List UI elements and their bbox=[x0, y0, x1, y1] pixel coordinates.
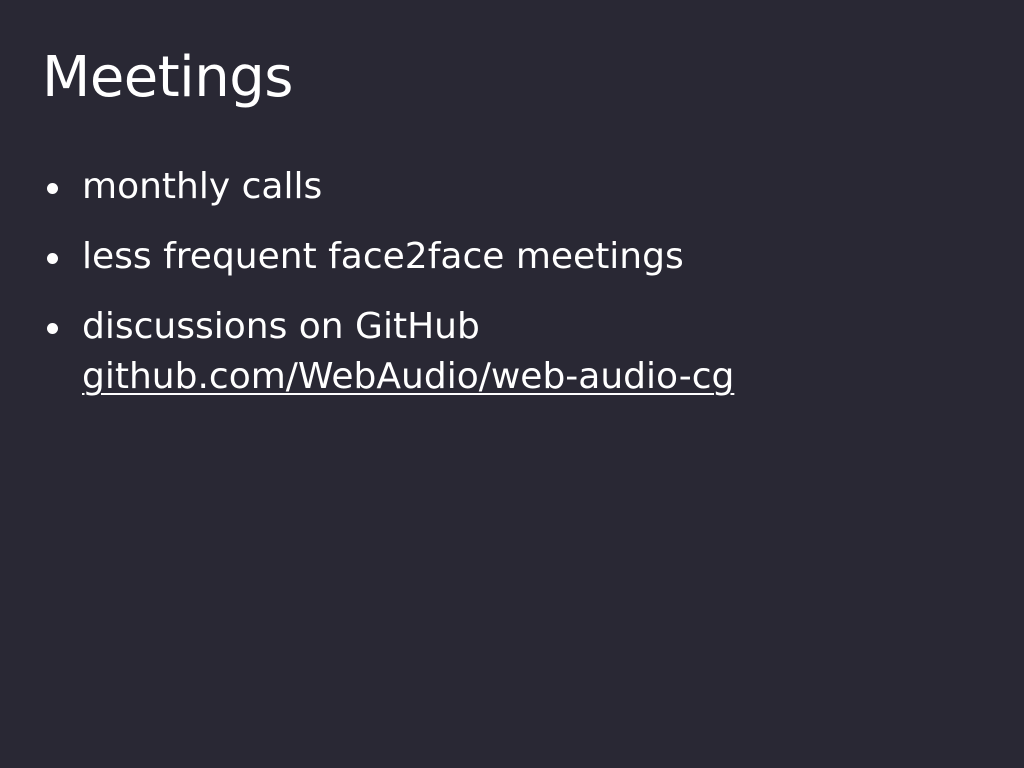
slide: Meetings monthly calls less frequent fac… bbox=[0, 0, 1024, 768]
bullet-dot-icon bbox=[47, 323, 58, 334]
bullet-text: monthly calls bbox=[82, 166, 323, 207]
bullet-text: less frequent face2face meetings bbox=[82, 236, 684, 277]
bullet-dot-icon bbox=[47, 183, 58, 194]
bullet-list: monthly calls less frequent face2face me… bbox=[47, 162, 962, 422]
bullet-item-github: discussions on GitHub github.com/WebAudi… bbox=[47, 302, 962, 402]
bullet-item-monthly-calls: monthly calls bbox=[47, 162, 962, 212]
bullet-item-face2face: less frequent face2face meetings bbox=[47, 232, 962, 282]
bullet-dot-icon bbox=[47, 253, 58, 264]
bullet-text: discussions on GitHub bbox=[82, 306, 480, 347]
slide-title: Meetings bbox=[42, 45, 293, 110]
github-link[interactable]: github.com/WebAudio/web-audio-cg bbox=[82, 352, 855, 402]
